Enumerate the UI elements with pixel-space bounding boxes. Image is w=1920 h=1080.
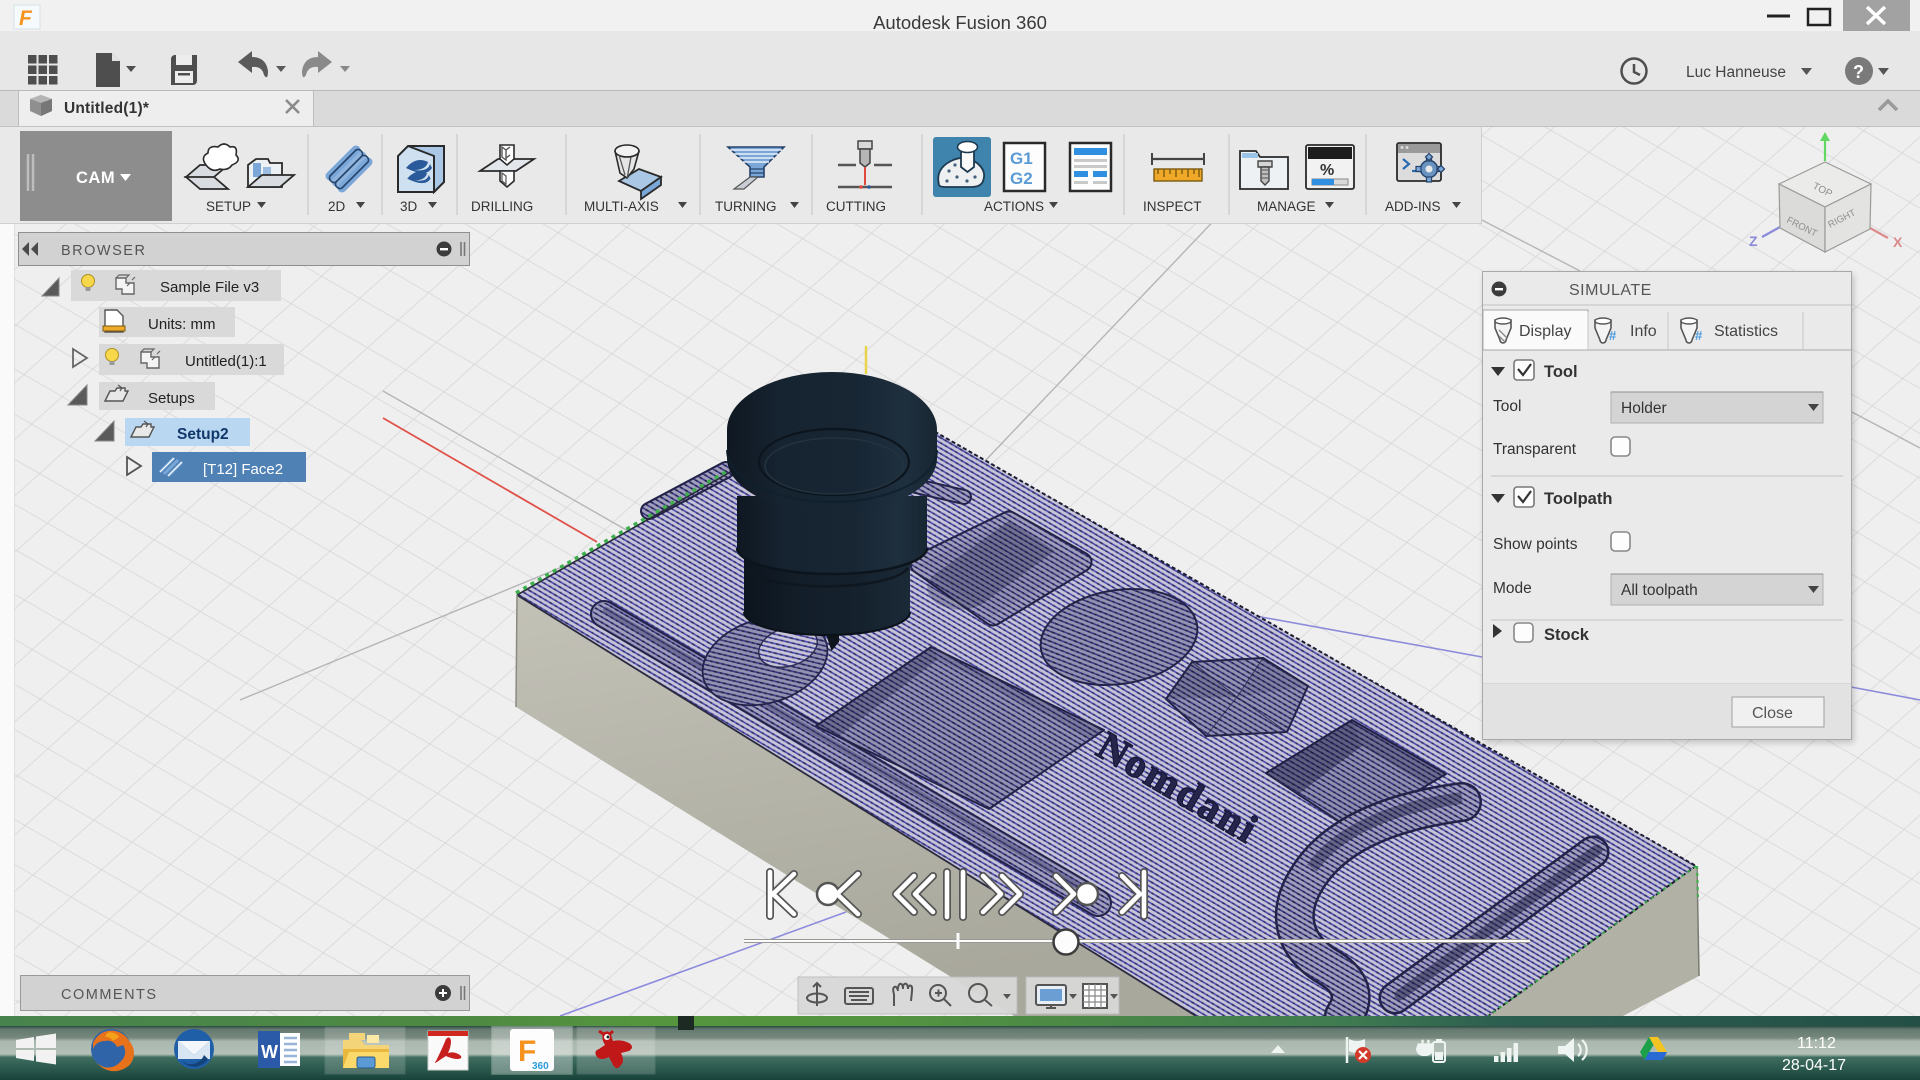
svg-text:COMMENTS: COMMENTS (61, 987, 158, 1003)
svg-text:X: X (1893, 234, 1903, 250)
svg-text:#: # (1695, 328, 1703, 343)
svg-text:360: 360 (532, 1061, 549, 1072)
svg-text:DRILLING: DRILLING (471, 199, 533, 214)
svg-text:All toolpath: All toolpath (1621, 582, 1698, 599)
svg-text:Statistics: Statistics (1714, 323, 1778, 340)
svg-text:Luc Hanneuse: Luc Hanneuse (1686, 64, 1786, 81)
svg-text:ADD-INS: ADD-INS (1385, 199, 1441, 214)
svg-text:Setups: Setups (148, 390, 195, 407)
svg-text:SIMULATE: SIMULATE (1569, 282, 1652, 299)
svg-text:Toolpath: Toolpath (1544, 490, 1612, 508)
svg-text:G2: G2 (1010, 169, 1033, 188)
svg-text:BROWSER: BROWSER (61, 243, 146, 259)
svg-text:MANAGE: MANAGE (1257, 199, 1316, 214)
svg-text:28-04-17: 28-04-17 (1782, 1057, 1846, 1074)
svg-text:CAM: CAM (76, 169, 115, 187)
svg-text:G1: G1 (1010, 149, 1033, 168)
svg-text:?: ? (1853, 62, 1864, 82)
svg-text:Holder: Holder (1621, 400, 1667, 417)
svg-text:Stock: Stock (1544, 626, 1590, 644)
svg-text:Untitled(1):1: Untitled(1):1 (185, 353, 267, 370)
svg-text:[T12] Face2: [T12] Face2 (203, 461, 283, 478)
svg-text:TURNING: TURNING (715, 199, 777, 214)
svg-text:2D: 2D (328, 199, 346, 214)
svg-text:W: W (261, 1042, 278, 1062)
svg-text:Untitled(1)*: Untitled(1)* (64, 100, 150, 117)
svg-text:MULTI-AXIS: MULTI-AXIS (584, 199, 659, 214)
svg-text:Show points: Show points (1493, 536, 1578, 553)
svg-text:Sample File v3: Sample File v3 (160, 279, 259, 296)
svg-text:11:12: 11:12 (1797, 1035, 1836, 1052)
svg-text:ACTIONS: ACTIONS (984, 199, 1044, 214)
svg-text:3D: 3D (400, 199, 418, 214)
svg-text:Tool: Tool (1544, 363, 1578, 381)
svg-text:Units: mm: Units: mm (148, 316, 216, 333)
svg-text:Transparent: Transparent (1493, 441, 1577, 458)
svg-text:CUTTING: CUTTING (826, 199, 886, 214)
svg-text:Tool: Tool (1493, 398, 1521, 415)
svg-text:SETUP: SETUP (206, 199, 251, 214)
svg-text:Setup2: Setup2 (177, 426, 229, 443)
svg-text:%: % (1320, 162, 1334, 179)
svg-text:INSPECT: INSPECT (1143, 199, 1202, 214)
svg-text:Info: Info (1630, 323, 1657, 340)
svg-text:#: # (1609, 328, 1617, 343)
svg-text:Display: Display (1519, 323, 1571, 340)
svg-text:Z: Z (1749, 233, 1758, 249)
svg-text:Close: Close (1752, 705, 1793, 722)
svg-text:Mode: Mode (1493, 580, 1532, 597)
